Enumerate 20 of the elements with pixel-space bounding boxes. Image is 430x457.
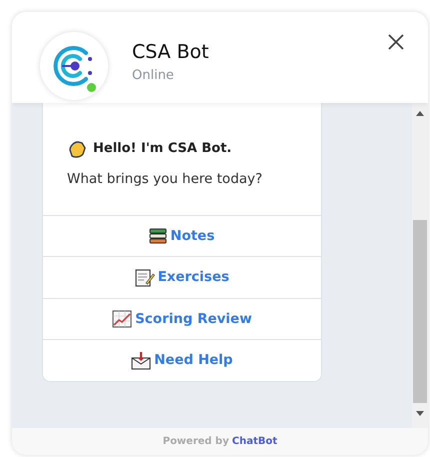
chatbot-link[interactable]: ChatBot [232, 434, 278, 449]
question-text: What brings you here today? [66, 170, 264, 188]
greeting-text: Hello! I'm CSA Bot. [93, 140, 232, 158]
scroll-down-icon[interactable] [416, 411, 424, 416]
close-icon [388, 34, 404, 50]
close-button[interactable] [386, 32, 406, 52]
inbox-icon [131, 352, 152, 370]
scroll-thumb[interactable] [413, 220, 427, 403]
memo-icon [134, 268, 155, 286]
option-button[interactable]: Exercises [43, 256, 321, 298]
option-button[interactable]: Scoring Review [43, 298, 321, 340]
bot-name: CSA Bot [132, 40, 209, 64]
chart-icon [112, 310, 132, 328]
scrollbar[interactable] [412, 103, 428, 428]
scroll-up-icon[interactable] [416, 111, 424, 116]
books-icon [149, 228, 168, 244]
powered-by-text: Powered by [162, 435, 229, 449]
option-button[interactable]: Need Help [43, 339, 321, 381]
option-button[interactable]: Notes [43, 214, 321, 256]
bot-status: Online [132, 67, 175, 85]
